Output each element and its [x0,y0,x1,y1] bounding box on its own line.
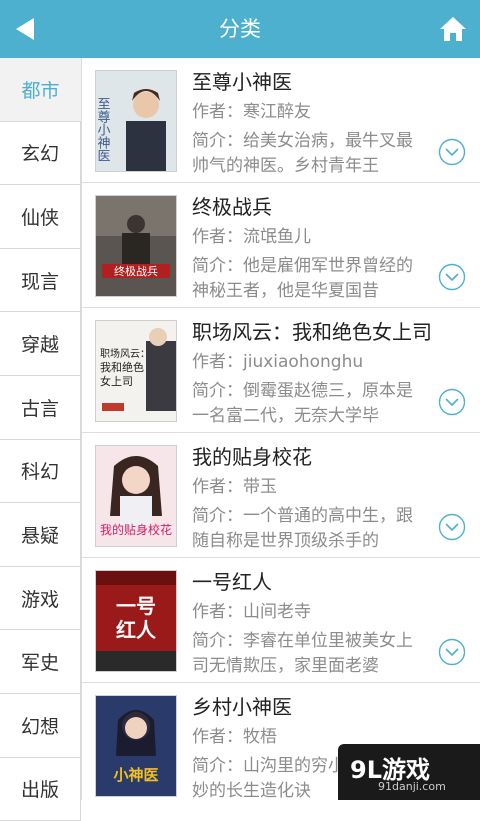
book-item[interactable]: 我的贴身校花 我的贴身校花 作者：带玉 简介：一个普通的高中生，跟随自称是世界顶… [82,433,480,558]
category-sidebar: 都市 玄幻 仙侠 现言 穿越 古言 科幻 悬疑 游戏 军史 幻想 出版 [0,58,82,821]
cover-title: 女上司 [100,374,133,388]
book-title: 至尊小神医 [192,70,292,94]
cover-title: 我的贴身校花 [100,522,172,537]
cover-title: 小神医 [113,766,158,784]
cover-title: 终极战兵 [114,264,158,278]
book-description: 简介：他是雇佣军世界曾经的神秘王者，他是华夏国昔 [192,256,413,301]
book-cover: 一号 红人 [95,570,177,672]
cover-title: 一号 [116,594,156,618]
cover-title: 我和绝色 [100,360,144,374]
category-item-xianxia[interactable]: 仙侠 [0,185,81,249]
category-item-chuban[interactable]: 出版 [0,757,81,821]
chevron-down-icon [438,263,466,291]
category-item-guyan[interactable]: 古言 [0,375,81,440]
book-cover: 终极战兵 [95,195,177,297]
chevron-down-icon [438,388,466,416]
book-title: 职场风云：我和绝色女上司 [192,320,432,344]
category-item-dushi[interactable]: 都市 [0,58,81,122]
book-title: 终极战兵 [192,195,272,219]
category-item-youxi[interactable]: 游戏 [0,566,81,631]
expand-button[interactable] [438,263,466,291]
book-item[interactable]: 职场风云： 我和绝色 女上司 职场风云：我和绝色女上司 作者：jiuxiaoho… [82,308,480,433]
category-item-xuanyi[interactable]: 悬疑 [0,503,81,567]
cover-title: 红人 [116,618,157,642]
site-watermark: 9L游戏 91danji.com [338,744,480,800]
book-cover: 我的贴身校花 [95,445,177,547]
book-item[interactable]: 一号 红人 一号红人 作者：山间老寺 简介：李睿在单位里被美女上司无情欺压，家里… [82,558,480,683]
expand-button[interactable] [438,388,466,416]
book-item[interactable]: 终极战兵 终极战兵 作者：流氓鱼儿 简介：他是雇佣军世界曾经的神秘王者，他是华夏… [82,183,480,308]
expand-button[interactable] [438,638,466,666]
book-author: 作者：jiuxiaohonghu [192,352,364,372]
category-item-huanxiang[interactable]: 幻想 [0,693,81,758]
book-description: 简介：一个普通的高中生，跟随自称是世界顶级杀手的 [192,506,413,551]
book-cover: 职场风云： 我和绝色 女上司 [95,320,177,422]
expand-button[interactable] [438,138,466,166]
book-description: 简介：倒霉蛋赵德三，原本是一名富二代，无奈大学毕 [192,381,413,426]
book-cover: 小神医 [95,695,177,797]
watermark-url: 91danji.com [378,780,446,793]
book-cover: 至尊小神医 [95,70,177,172]
home-button[interactable] [438,14,468,44]
book-author: 作者：流氓鱼儿 [192,227,311,247]
category-item-xianyan[interactable]: 现言 [0,248,81,313]
chevron-down-icon [438,138,466,166]
category-item-junshi[interactable]: 军史 [0,630,81,694]
book-title: 一号红人 [192,570,272,594]
chevron-down-icon [438,513,466,541]
expand-button[interactable] [438,513,466,541]
book-item[interactable]: 至尊小神医 至尊小神医 作者：寒江醉友 简介：给美女治病，最牛叉最帅气的神医。乡… [82,58,480,183]
cover-title: 职场风云： [100,347,150,360]
home-icon [440,17,466,41]
category-item-chuanyue[interactable]: 穿越 [0,312,81,376]
cover-title: 至尊小神医 [96,97,110,162]
top-bar: 分类 [0,0,480,58]
book-description: 简介：给美女治病，最牛叉最帅气的神医。乡村青年王 [192,131,413,176]
book-title: 乡村小神医 [192,695,292,719]
page-title: 分类 [219,17,261,41]
category-item-xuanhuan[interactable]: 玄幻 [0,121,81,186]
book-author: 作者：牧梧 [192,727,277,747]
book-author: 作者：山间老寺 [192,602,311,622]
book-list: 至尊小神医 至尊小神医 作者：寒江醉友 简介：给美女治病，最牛叉最帅气的神医。乡… [82,58,480,800]
book-title: 我的贴身校花 [192,445,312,469]
category-item-kehuan[interactable]: 科幻 [0,439,81,504]
chevron-down-icon [438,638,466,666]
book-description: 简介：李睿在单位里被美女上司无情欺压，家里面老婆 [192,631,413,676]
book-author: 作者：寒江醉友 [192,102,311,122]
book-author: 作者：带玉 [192,477,277,497]
